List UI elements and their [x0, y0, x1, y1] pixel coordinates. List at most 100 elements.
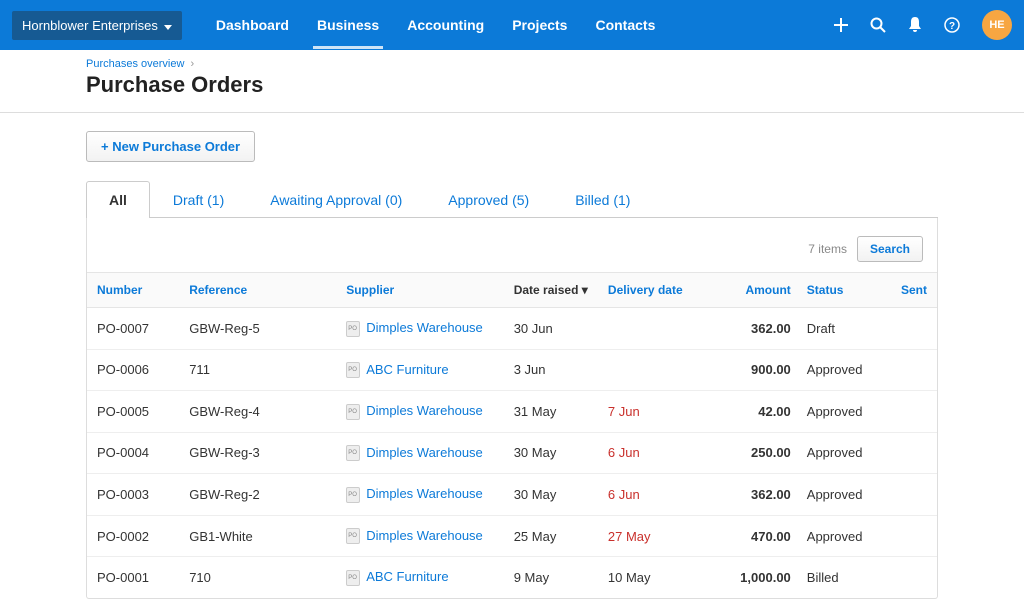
add-icon[interactable]: [834, 18, 848, 32]
cell-number: PO-0007: [87, 308, 181, 350]
file-icon: [346, 321, 360, 337]
col-number[interactable]: Number: [87, 273, 181, 308]
cell-date-raised: 31 May: [506, 391, 600, 433]
cell-delivery-date: 6 Jun: [600, 432, 715, 474]
cell-sent: [893, 474, 937, 516]
avatar[interactable]: HE: [982, 10, 1012, 40]
breadcrumb-parent[interactable]: Purchases overview: [86, 58, 184, 70]
supplier-link[interactable]: Dimples Warehouse: [366, 320, 483, 335]
cell-supplier: Dimples Warehouse: [338, 432, 505, 474]
cell-number: PO-0005: [87, 391, 181, 433]
cell-amount: 470.00: [715, 515, 799, 557]
col-reference[interactable]: Reference: [181, 273, 338, 308]
cell-supplier: Dimples Warehouse: [338, 308, 505, 350]
breadcrumb: Purchases overview ›: [86, 58, 938, 70]
file-icon: [346, 487, 360, 503]
sort-desc-icon: ▾: [582, 283, 588, 297]
svg-text:?: ?: [949, 21, 955, 32]
cell-status: Draft: [799, 308, 893, 350]
tab-draft[interactable]: Draft (1): [150, 181, 247, 218]
topbar: Hornblower Enterprises Dashboard Busines…: [0, 0, 1024, 50]
nav-accounting[interactable]: Accounting: [393, 1, 498, 49]
cell-number: PO-0001: [87, 557, 181, 598]
table-row[interactable]: PO-0005GBW-Reg-4 Dimples Warehouse 31 May7…: [87, 391, 937, 433]
chevron-right-icon: ›: [191, 58, 195, 70]
tab-approved[interactable]: Approved (5): [425, 181, 552, 218]
file-icon: [346, 570, 360, 586]
col-date-raised-label: Date raised: [514, 283, 579, 297]
supplier-link[interactable]: Dimples Warehouse: [366, 486, 483, 501]
cell-reference: GBW-Reg-4: [181, 391, 338, 433]
cell-sent: [893, 308, 937, 350]
cell-delivery-date: 6 Jun: [600, 474, 715, 516]
cell-date-raised: 25 May: [506, 515, 600, 557]
supplier-link[interactable]: Dimples Warehouse: [366, 445, 483, 460]
table-row[interactable]: PO-0002GB1-WhiteDimples Warehouse25 May2…: [87, 515, 937, 557]
help-icon[interactable]: ?: [944, 17, 960, 33]
new-purchase-order-button[interactable]: + New Purchase Order: [86, 131, 255, 162]
cell-reference: GBW-Reg-3: [181, 432, 338, 474]
table-row[interactable]: PO-0006711ABC Furniture3 Jun900.00Approv…: [87, 349, 937, 391]
cell-supplier: Dimples Warehouse: [338, 515, 505, 557]
cell-amount: 250.00: [715, 432, 799, 474]
col-supplier[interactable]: Supplier: [338, 273, 505, 308]
table-row[interactable]: PO-0001710ABC Furniture9 May10 May1,000.…: [87, 557, 937, 598]
tab-billed[interactable]: Billed (1): [552, 181, 653, 218]
col-delivery-date[interactable]: Delivery date: [600, 273, 715, 308]
cell-supplier: ABC Furniture: [338, 349, 505, 391]
nav-contacts[interactable]: Contacts: [581, 1, 669, 49]
cell-status: Billed: [799, 557, 893, 598]
cell-delivery-date: 27 May: [600, 515, 715, 557]
caret-down-icon: [164, 18, 172, 33]
col-amount[interactable]: Amount: [715, 273, 799, 308]
cell-number: PO-0003: [87, 474, 181, 516]
tab-all[interactable]: All: [86, 181, 150, 218]
cell-delivery-date: 7 Jun: [600, 391, 715, 433]
panel-tools: 7 items Search: [87, 236, 937, 272]
table-row[interactable]: PO-0004GBW-Reg-3Dimples Warehouse30 May6…: [87, 432, 937, 474]
cell-delivery-date: [600, 308, 715, 350]
tabs: All Draft (1) Awaiting Approval (0) Appr…: [86, 180, 938, 218]
cell-reference: GBW-Reg-5: [181, 308, 338, 350]
cell-amount: 900.00: [715, 349, 799, 391]
items-count: 7 items: [808, 242, 847, 256]
supplier-link[interactable]: ABC Furniture: [366, 569, 448, 584]
bell-icon[interactable]: [908, 17, 922, 33]
cell-date-raised: 30 May: [506, 474, 600, 516]
cell-reference: GB1-White: [181, 515, 338, 557]
search-icon[interactable]: [870, 17, 886, 33]
topbar-right: ? HE: [834, 10, 1012, 40]
supplier-link[interactable]: Dimples Warehouse: [366, 528, 483, 543]
purchase-orders-table: Number Reference Supplier Date raised ▾ …: [87, 272, 937, 598]
cell-sent: [893, 557, 937, 598]
cell-date-raised: 3 Jun: [506, 349, 600, 391]
file-icon: [346, 404, 360, 420]
tab-awaiting-approval[interactable]: Awaiting Approval (0): [247, 181, 425, 218]
cell-supplier: ABC Furniture: [338, 557, 505, 598]
table-row[interactable]: PO-0007GBW-Reg-5Dimples Warehouse30 Jun3…: [87, 308, 937, 350]
cell-status: Approved: [799, 391, 893, 433]
nav-dashboard[interactable]: Dashboard: [202, 1, 303, 49]
supplier-link[interactable]: Dimples Warehouse: [366, 403, 483, 418]
org-name: Hornblower Enterprises: [22, 18, 158, 33]
cell-status: Approved: [799, 349, 893, 391]
search-button[interactable]: Search: [857, 236, 923, 262]
table-row[interactable]: PO-0003GBW-Reg-2Dimples Warehouse30 May6…: [87, 474, 937, 516]
cell-sent: [893, 349, 937, 391]
cell-date-raised: 30 Jun: [506, 308, 600, 350]
file-icon: [346, 445, 360, 461]
cell-amount: 42.00: [715, 391, 799, 433]
action-row: + New Purchase Order: [86, 113, 938, 162]
cell-amount: 362.00: [715, 474, 799, 516]
col-sent[interactable]: Sent: [893, 273, 937, 308]
file-icon: [346, 362, 360, 378]
page-title: Purchase Orders: [86, 72, 938, 98]
org-selector[interactable]: Hornblower Enterprises: [12, 11, 182, 40]
supplier-link[interactable]: ABC Furniture: [366, 362, 448, 377]
nav-business[interactable]: Business: [303, 1, 393, 49]
cell-reference: 710: [181, 557, 338, 598]
cell-reference: 711: [181, 349, 338, 391]
col-status[interactable]: Status: [799, 273, 893, 308]
col-date-raised[interactable]: Date raised ▾: [506, 273, 600, 308]
nav-projects[interactable]: Projects: [498, 1, 581, 49]
